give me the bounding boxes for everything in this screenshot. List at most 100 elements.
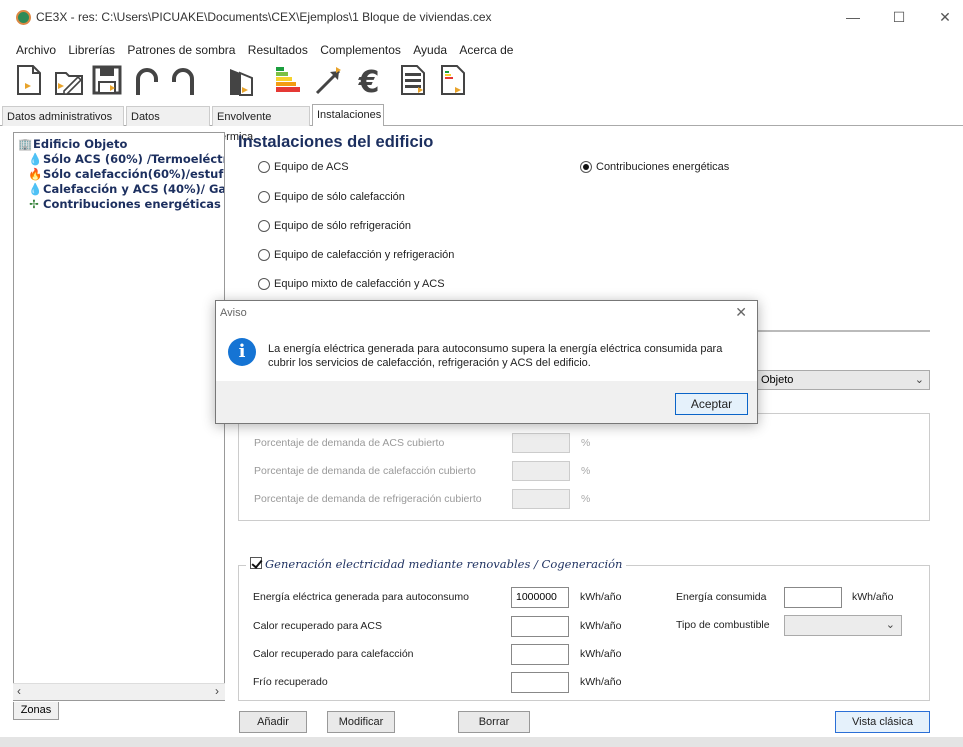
radio-label: Equipo de sólo calefacción [274, 191, 405, 203]
tab-datos-administrativos[interactable]: Datos administrativos [2, 106, 124, 126]
scroll-left-icon[interactable]: ‹ [17, 684, 21, 698]
demand-refrigeracion-label: Porcentaje de demanda de refrigeración c… [254, 493, 482, 505]
autoconsumo-label: Energía eléctrica generada para autocons… [253, 591, 469, 603]
tree-item-calefaccion-acs[interactable]: 💧Calefacción y ACS (40%)/ Gas [28, 182, 224, 196]
tab-envolvente-termica[interactable]: Envolvente térmica [212, 106, 310, 143]
checkbox-checked-icon[interactable] [250, 557, 262, 569]
menu-acerca-de[interactable]: Acerca de [459, 40, 513, 60]
status-bar [0, 737, 963, 747]
menu-bar: Archivo Librerías Patrones de sombra Res… [16, 40, 522, 60]
demand-refrigeracion-input[interactable] [512, 489, 570, 509]
tree-root-label: Edificio Objeto [33, 137, 128, 151]
tree-item-contribuciones[interactable]: ✢ Contribuciones energéticas [28, 197, 221, 211]
add-button[interactable]: Añadir [239, 711, 307, 733]
dialog-footer: Aceptar [216, 381, 757, 423]
radio-circle-selected [580, 161, 592, 174]
menu-patrones-sombra[interactable]: Patrones de sombra [127, 40, 235, 60]
tree-item-solo-acs[interactable]: 💧Sólo ACS (60%) /Termoeléctri [28, 152, 224, 166]
chevron-down-icon: ⌄ [914, 374, 924, 386]
demand-acs-input[interactable] [512, 433, 570, 453]
app-logo-icon [16, 10, 31, 25]
drop-flame-icon: 💧 [28, 182, 43, 196]
menu-resultados[interactable]: Resultados [248, 40, 308, 60]
tree-root[interactable]: 🏢Edificio Objeto [18, 137, 127, 151]
frio-recuperado-label: Frío recuperado [253, 676, 328, 688]
demand-calefaccion-unit: % [581, 465, 591, 477]
dialog-message: La energía eléctrica generada para autoc… [268, 343, 723, 369]
main-tabs: Datos administrativos Datos generales En… [0, 104, 963, 143]
tree-item-solo-calefaccion[interactable]: 🔥Sólo calefacción(60%)/estufa: [28, 167, 224, 181]
tab-datos-generales[interactable]: Datos generales [126, 106, 210, 143]
redo-icon[interactable] [166, 63, 200, 97]
demand-calefaccion-label: Porcentaje de demanda de calefacción cub… [254, 465, 476, 477]
accept-button[interactable]: Aceptar [675, 393, 748, 415]
menu-complementos[interactable]: Complementos [320, 40, 401, 60]
zone-combo[interactable]: Objeto ⌄ [756, 370, 930, 390]
flame-icon: 🔥 [28, 167, 43, 181]
calor-acs-label: Calor recuperado para ACS [253, 620, 382, 632]
tab-instalaciones[interactable]: Instalaciones [312, 104, 384, 126]
energia-consumida-input[interactable] [784, 587, 842, 608]
water-drop-icon: 💧 [28, 152, 43, 166]
new-file-icon[interactable] [12, 63, 46, 97]
save-icon[interactable] [90, 63, 124, 97]
info-icon: i [228, 338, 256, 366]
close-window-button[interactable]: ✕ [930, 6, 960, 28]
demand-refrigeracion-unit: % [581, 493, 591, 505]
menu-ayuda[interactable]: Ayuda [413, 40, 447, 60]
radio-mixto-calefaccion-acs[interactable]: Equipo mixto de calefacción y ACS [258, 278, 445, 291]
report-icon[interactable] [396, 63, 430, 97]
demand-calefaccion-input[interactable] [512, 461, 570, 481]
radio-solo-calefaccion[interactable]: Equipo de sólo calefacción [258, 191, 405, 204]
tree-item-label: Contribuciones energéticas [43, 197, 221, 211]
cogeneration-legend: Generación electricidad mediante renovab… [265, 557, 623, 571]
radio-circle [258, 191, 270, 204]
warning-dialog: Aviso ✕ i La energía eléctrica generada … [215, 300, 758, 424]
radio-circle [258, 161, 270, 174]
chevron-down-icon: ⌄ [885, 619, 895, 631]
tree-horizontal-scrollbar[interactable]: ‹ › [13, 683, 225, 700]
minimize-button[interactable]: — [838, 6, 868, 28]
classic-view-button[interactable]: Vista clásica [835, 711, 930, 733]
tab-zonas[interactable]: Zonas [13, 702, 59, 720]
radio-circle [258, 249, 270, 262]
improvement-measures-icon[interactable] [312, 63, 346, 97]
calor-acs-unit: kWh/año [580, 620, 622, 632]
maximize-button[interactable]: ☐ [884, 6, 914, 28]
scroll-right-icon[interactable]: › [215, 684, 219, 698]
demand-acs-unit: % [581, 437, 591, 449]
undo-icon[interactable] [130, 63, 164, 97]
delete-button[interactable]: Borrar [458, 711, 530, 733]
frio-recuperado-input[interactable] [511, 672, 569, 693]
calor-calefaccion-label: Calor recuperado para calefacción [253, 648, 414, 660]
certificate-icon[interactable] [436, 63, 470, 97]
open-file-icon[interactable] [52, 63, 86, 97]
radio-label: Contribuciones energéticas [596, 161, 730, 173]
demand-group: Porcentaje de demanda de ACS cubierto % … [238, 413, 930, 521]
energy-rating-icon[interactable] [272, 63, 306, 97]
building-tree: 🏢Edificio Objeto 💧Sólo ACS (60%) /Termoe… [13, 132, 225, 701]
radio-calefaccion-refrigeracion[interactable]: Equipo de calefacción y refrigeración [258, 249, 455, 262]
dialog-title: Aviso [220, 307, 247, 319]
radio-solo-refrigeracion[interactable]: Equipo de sólo refrigeración [258, 220, 411, 233]
calor-calefaccion-input[interactable] [511, 644, 569, 665]
cogeneration-checkbox[interactable]: Generación electricidad mediante renovab… [246, 557, 627, 571]
modify-button[interactable]: Modificar [327, 711, 395, 733]
tipo-combustible-select[interactable]: ⌄ [784, 615, 902, 636]
autoconsumo-input[interactable]: 1000000 [511, 587, 569, 608]
euro-icon[interactable]: € [352, 63, 386, 100]
radio-equipo-acs[interactable]: Equipo de ACS [258, 161, 349, 174]
energia-consumida-unit: kWh/año [852, 591, 894, 603]
page-title: Instalaciones del edificio [238, 133, 434, 151]
radio-label: Equipo de calefacción y refrigeración [274, 249, 455, 261]
wind-turbine-icon: ✢ [29, 197, 39, 211]
radio-label: Equipo de ACS [274, 161, 349, 173]
menu-librerias[interactable]: Librerías [68, 40, 115, 60]
menu-archivo[interactable]: Archivo [16, 40, 56, 60]
close-icon[interactable]: ✕ [735, 304, 747, 321]
building-icon[interactable] [224, 63, 258, 97]
radio-contribuciones-energeticas[interactable]: Contribuciones energéticas [580, 161, 730, 174]
svg-text:€: € [358, 65, 380, 97]
demand-acs-label: Porcentaje de demanda de ACS cubierto [254, 437, 445, 449]
calor-acs-input[interactable] [511, 616, 569, 637]
